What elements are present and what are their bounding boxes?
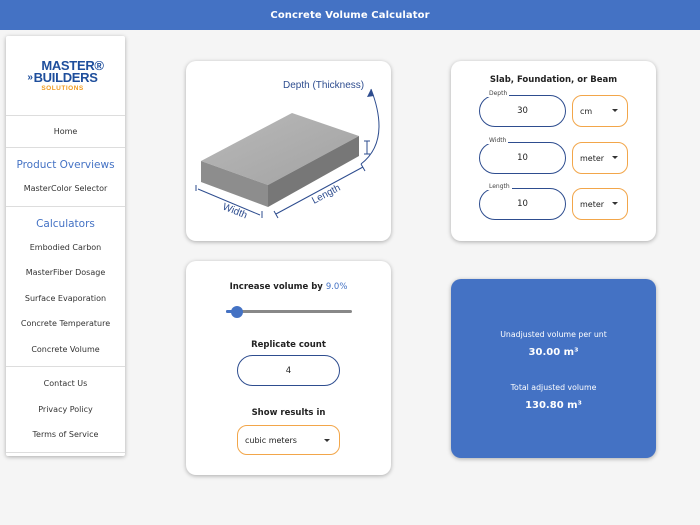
depth-input[interactable]: Depth 30: [479, 90, 566, 127]
sidebar-heading-products: Product Overviews: [16, 159, 115, 171]
show-results-label: Show results in: [251, 408, 326, 418]
slab-diagram-card: Depth (Thickness) Width Length: [186, 61, 391, 241]
sidebar-item-contact-us[interactable]: Contact Us: [6, 371, 125, 397]
sidebar-item-concrete-temperature[interactable]: Concrete Temperature: [6, 311, 125, 337]
increase-volume-label: Increase volume by 9.0%: [229, 282, 348, 292]
chevron-logo-icon: »: [27, 71, 33, 83]
depth-unit-value: cm: [580, 106, 593, 116]
width-unit-value: meter: [580, 153, 605, 163]
page-title: Concrete Volume Calculator: [270, 9, 430, 21]
caret-down-icon: [612, 156, 618, 159]
width-unit-select[interactable]: meter: [572, 142, 628, 174]
sidebar-item-concrete-volume[interactable]: Concrete Volume: [6, 337, 125, 363]
width-row: Width 10 meter: [479, 137, 629, 174]
depth-input-label: Depth: [487, 90, 510, 97]
sidebar-item-masterfiber-dosage[interactable]: MasterFiber Dosage: [6, 260, 125, 286]
length-input-value: 10: [517, 199, 528, 209]
sidebar-item-embodied-carbon[interactable]: Embodied Carbon: [6, 235, 125, 261]
dimensions-card: Slab, Foundation, or Beam Depth 30 cm Wi…: [451, 61, 656, 241]
sidebar-item-surface-evaporation[interactable]: Surface Evaporation: [6, 286, 125, 312]
length-unit-value: meter: [580, 199, 605, 209]
depth-input-value: 30: [517, 106, 528, 116]
unadjusted-volume-label: Unadjusted volume per unt: [500, 330, 607, 339]
results-card: Unadjusted volume per unt 30.00 m³ Total…: [451, 279, 656, 458]
caret-down-icon: [612, 109, 618, 112]
slab-diagram: Depth (Thickness) Width Length: [195, 80, 380, 222]
logo-line-builders: BUILDERS: [33, 69, 98, 85]
dimensions-title: Slab, Foundation, or Beam: [489, 75, 618, 85]
depth-row: Depth 30 cm: [479, 90, 629, 127]
depth-unit-select[interactable]: cm: [572, 95, 628, 127]
slider-thumb[interactable]: [231, 305, 243, 318]
caret-down-icon: [612, 202, 618, 205]
width-input-value: 10: [517, 153, 528, 163]
sidebar-item-terms-of-service[interactable]: Terms of Service: [6, 422, 125, 448]
results-unit-select[interactable]: cubic meters: [237, 425, 340, 455]
length-input[interactable]: Length 10: [479, 183, 566, 220]
width-input-label: Width: [487, 137, 509, 144]
length-label: Length: [310, 183, 342, 207]
increase-volume-value: 9.0%: [325, 282, 348, 292]
sidebar-item-privacy-policy[interactable]: Privacy Policy: [6, 397, 125, 423]
app-header: Concrete Volume Calculator: [0, 0, 700, 30]
total-volume-label: Total adjusted volume: [510, 383, 597, 392]
length-unit-select[interactable]: meter: [572, 188, 628, 220]
depth-label: Depth (Thickness): [283, 80, 364, 91]
length-input-label: Length: [487, 183, 512, 190]
width-input[interactable]: Width 10: [479, 137, 566, 174]
length-row: Length 10 meter: [479, 183, 629, 220]
sidebar: MASTER® » BUILDERS SOLUTIONS Home Produc…: [6, 36, 125, 456]
increase-volume-slider[interactable]: [226, 305, 352, 318]
replicate-count-input[interactable]: 4: [237, 355, 340, 386]
unadjusted-volume-value: 30.00 m³: [528, 347, 579, 358]
replicate-count-value: 4: [285, 365, 292, 376]
replicate-count-label: Replicate count: [251, 340, 326, 350]
sidebar-heading-calculators: Calculators: [36, 217, 95, 230]
brand-logo[interactable]: MASTER® » BUILDERS SOLUTIONS: [6, 36, 125, 116]
sidebar-item-mastercolor-selector[interactable]: MasterColor Selector: [6, 176, 125, 202]
width-label: Width: [221, 202, 249, 222]
caret-down-icon: [324, 439, 330, 442]
total-volume-value: 130.80 m³: [525, 400, 582, 411]
results-unit-value: cubic meters: [245, 435, 297, 445]
logo-line-solutions: SOLUTIONS: [41, 84, 84, 92]
options-card: Increase volume by 9.0% Replicate count …: [186, 261, 391, 475]
sidebar-item-home[interactable]: Home: [6, 116, 125, 148]
depth-arrow: [360, 88, 380, 165]
